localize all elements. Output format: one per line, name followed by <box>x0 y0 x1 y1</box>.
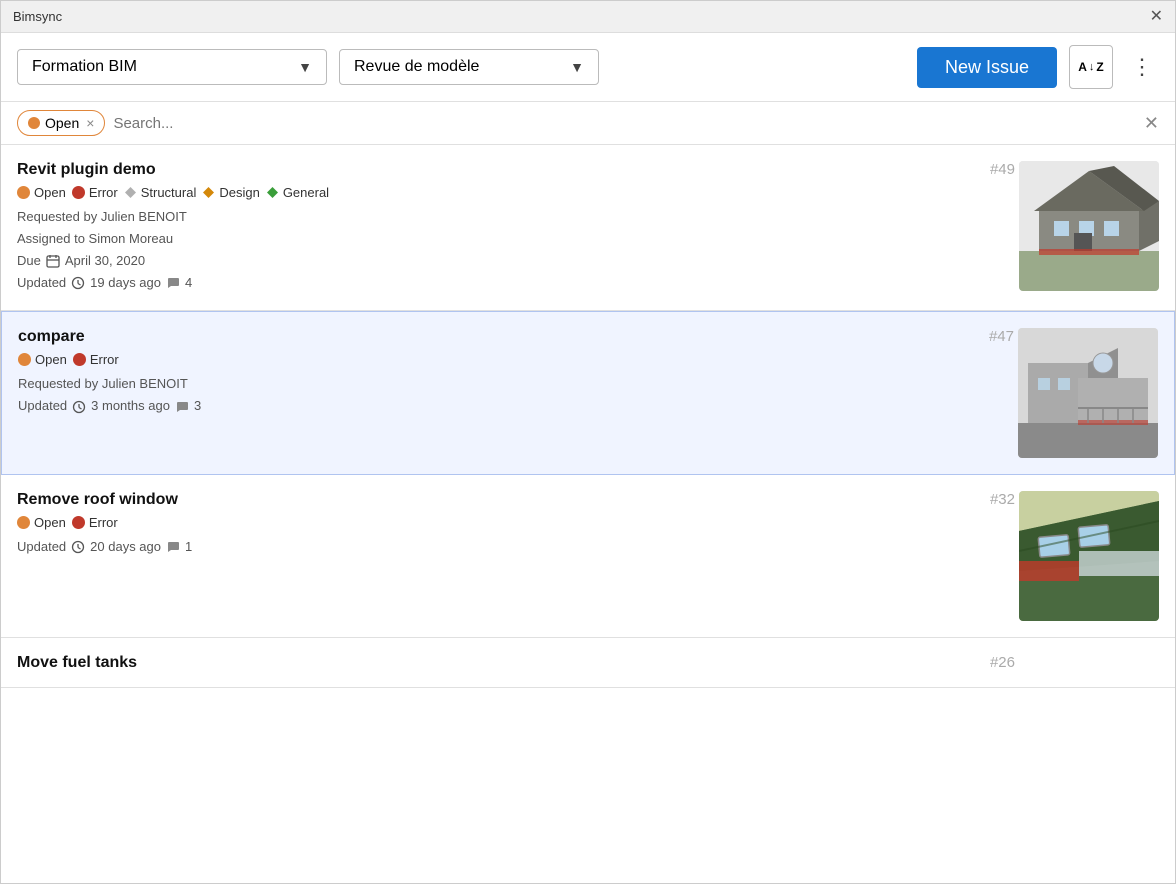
error-dot-icon-47 <box>73 353 86 366</box>
issue-tags-47: Open Error <box>18 352 1006 367</box>
issue-title-26: Move fuel tanks <box>17 654 1159 672</box>
issue-meta-49: Requested by Julien BENOIT Assigned to S… <box>17 206 1007 294</box>
comment-icon-47 <box>175 400 189 414</box>
issues-list: Revit plugin demo Open Error Structural … <box>1 145 1175 877</box>
phase-label: Revue de modèle <box>354 58 479 76</box>
filter-tag-label: Open <box>45 115 79 131</box>
general-diamond-icon <box>266 186 279 199</box>
comment-icon-49 <box>166 276 180 290</box>
filter-bar: Open × ✕ <box>1 102 1175 145</box>
requested-by-49: Requested by Julien BENOIT <box>17 206 1007 228</box>
issue-number-26: #26 <box>990 654 1015 671</box>
assigned-to-49: Assigned to Simon Moreau <box>17 228 1007 250</box>
updated-32: Updated 20 days ago 1 <box>17 536 1007 558</box>
toolbar: Formation BIM ▼ Revue de modèle ▼ New Is… <box>1 33 1175 102</box>
project-dropdown[interactable]: Formation BIM ▼ <box>17 49 327 85</box>
general-tag: General <box>266 185 329 200</box>
issue-number-47: #47 <box>989 328 1014 345</box>
due-date-49: Due April 30, 2020 <box>17 250 1007 272</box>
new-issue-button[interactable]: New Issue <box>917 47 1057 88</box>
comment-icon-32 <box>166 540 180 554</box>
issue-thumbnail-47 <box>1018 328 1158 458</box>
error-tag-47: Error <box>73 352 119 367</box>
search-input[interactable] <box>113 115 1135 132</box>
project-label: Formation BIM <box>32 58 137 76</box>
issue-meta-32: Updated 20 days ago 1 <box>17 536 1007 558</box>
design-tag: Design <box>202 185 259 200</box>
table-row[interactable]: compare Open Error Requested by Julien B… <box>1 311 1175 475</box>
issue-thumbnail-49 <box>1019 161 1159 291</box>
issue-number-49: #49 <box>990 161 1015 178</box>
issue-meta-47: Requested by Julien BENOIT Updated 3 mon… <box>18 373 1006 417</box>
issue-content-49: Revit plugin demo Open Error Structural … <box>17 161 1007 294</box>
phase-dropdown[interactable]: Revue de modèle ▼ <box>339 49 599 85</box>
open-dot-icon-32 <box>17 516 30 529</box>
issue-title-32: Remove roof window <box>17 491 1007 509</box>
window-title: Bimsync <box>13 9 62 24</box>
issue-tags-32: Open Error <box>17 515 1007 530</box>
sort-az-icon: A↓Z <box>1078 61 1104 73</box>
error-tag: Error <box>72 185 118 200</box>
error-tag-32: Error <box>72 515 118 530</box>
close-button[interactable]: ✕ <box>1150 9 1163 25</box>
clock-icon-32 <box>71 540 85 554</box>
phase-arrow-icon: ▼ <box>570 59 584 75</box>
more-options-button[interactable]: ⋮ <box>1125 54 1159 80</box>
table-row[interactable]: Remove roof window Open Error Updated 20… <box>1 475 1175 638</box>
design-diamond-icon <box>202 186 215 199</box>
filter-tag-close-icon[interactable]: × <box>86 115 94 131</box>
structural-tag: Structural <box>124 185 197 200</box>
search-clear-button[interactable]: ✕ <box>1144 113 1159 134</box>
clock-icon-47 <box>72 400 86 414</box>
requested-by-47: Requested by Julien BENOIT <box>18 373 1006 395</box>
issue-content-47: compare Open Error Requested by Julien B… <box>18 328 1006 458</box>
issue-content-26: Move fuel tanks <box>17 654 1159 679</box>
table-row[interactable]: Move fuel tanks #26 <box>1 638 1175 688</box>
open-filter-tag[interactable]: Open × <box>17 110 105 136</box>
calendar-icon <box>46 254 60 268</box>
updated-49: Updated 19 days ago 4 <box>17 272 1007 294</box>
open-tag-32: Open <box>17 515 66 530</box>
clock-icon-49 <box>71 276 85 290</box>
open-dot-icon <box>17 186 30 199</box>
open-tag-47: Open <box>18 352 67 367</box>
error-dot-icon <box>72 186 85 199</box>
open-status-dot <box>28 117 40 129</box>
table-row[interactable]: Revit plugin demo Open Error Structural … <box>1 145 1175 311</box>
project-arrow-icon: ▼ <box>298 59 312 75</box>
titlebar: Bimsync ✕ <box>1 1 1175 33</box>
sort-button[interactable]: A↓Z <box>1069 45 1113 89</box>
issue-content-32: Remove roof window Open Error Updated 20… <box>17 491 1007 621</box>
issue-tags-49: Open Error Structural Design General <box>17 185 1007 200</box>
issue-title-49: Revit plugin demo <box>17 161 1007 179</box>
structural-diamond-icon <box>124 186 137 199</box>
open-tag: Open <box>17 185 66 200</box>
issue-thumbnail-32 <box>1019 491 1159 621</box>
issue-number-32: #32 <box>990 491 1015 508</box>
issue-title-47: compare <box>18 328 1006 346</box>
updated-47: Updated 3 months ago 3 <box>18 395 1006 417</box>
error-dot-icon-32 <box>72 516 85 529</box>
open-dot-icon-47 <box>18 353 31 366</box>
